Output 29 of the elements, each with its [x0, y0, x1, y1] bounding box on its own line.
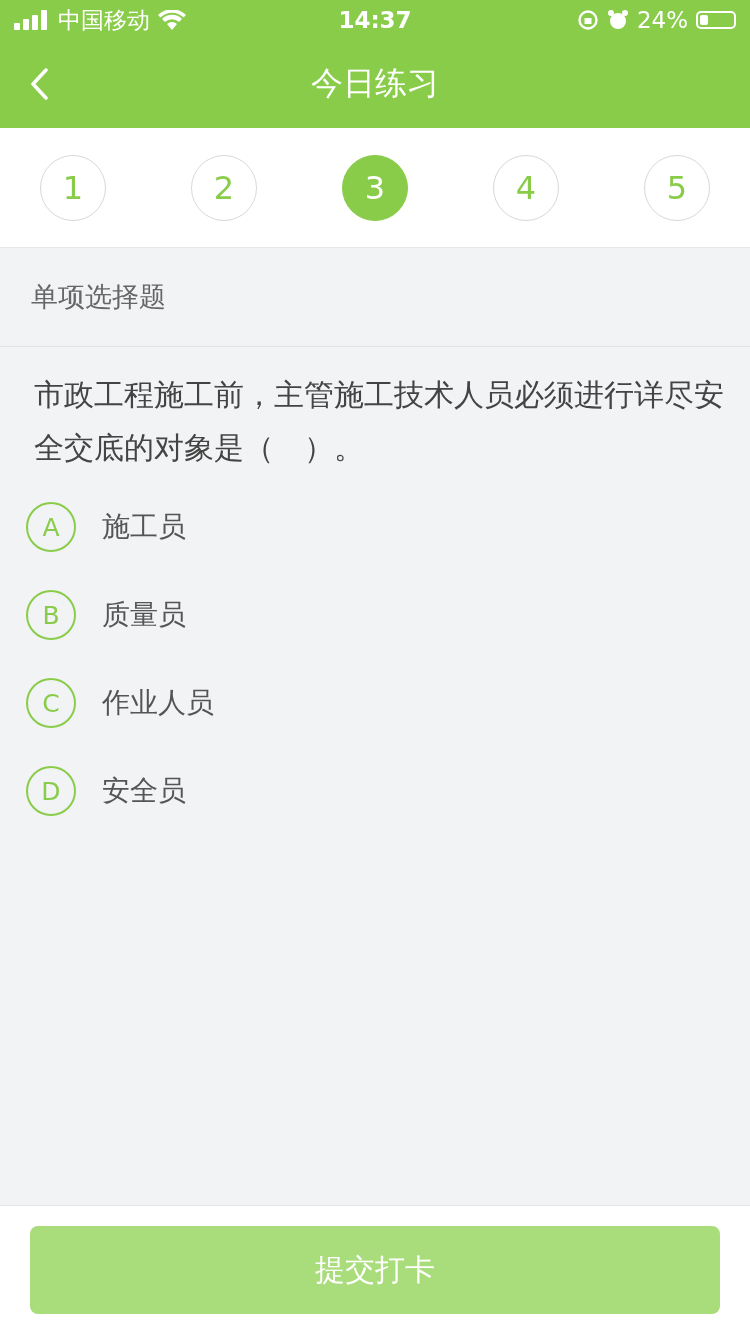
option-text: 质量员 — [102, 597, 186, 633]
answer-option[interactable]: B 质量员 — [26, 571, 730, 659]
wifi-icon — [158, 10, 186, 30]
question-text: 市政工程施工前，主管施工技术人员必须进行详尽安全交底的对象是（ ）。 — [34, 377, 725, 467]
page-title: 今日练习 — [311, 63, 439, 104]
alarm-icon — [606, 9, 629, 31]
question-type: 单项选择题 — [31, 280, 166, 314]
question-number-tab[interactable]: 5 — [644, 154, 710, 221]
option-letter: D — [26, 766, 76, 816]
signal-icon — [14, 10, 50, 30]
battery-percent: 24% — [636, 7, 688, 33]
option-letter: C — [26, 678, 76, 728]
question-number-tab[interactable]: 2 — [191, 154, 257, 221]
answer-option[interactable]: A 施工员 — [26, 483, 730, 571]
question-number-tab[interactable]: 1 — [40, 154, 106, 221]
option-letter: B — [26, 590, 76, 640]
back-icon[interactable] — [30, 68, 48, 100]
carrier-name: 中国移动 — [58, 5, 150, 35]
option-text: 施工员 — [102, 509, 186, 545]
question-number-tab[interactable]: 4 — [493, 154, 559, 221]
option-text: 安全员 — [102, 773, 186, 809]
answer-option[interactable]: D 安全员 — [26, 747, 730, 835]
question-number-tab[interactable]: 3 — [342, 154, 408, 221]
answer-option[interactable]: C 作业人员 — [26, 659, 730, 747]
option-letter: A — [26, 502, 76, 552]
status-time: 14:37 — [338, 7, 412, 33]
rotation-lock-icon — [576, 9, 599, 31]
option-text: 作业人员 — [102, 685, 214, 721]
battery-icon — [696, 11, 736, 29]
